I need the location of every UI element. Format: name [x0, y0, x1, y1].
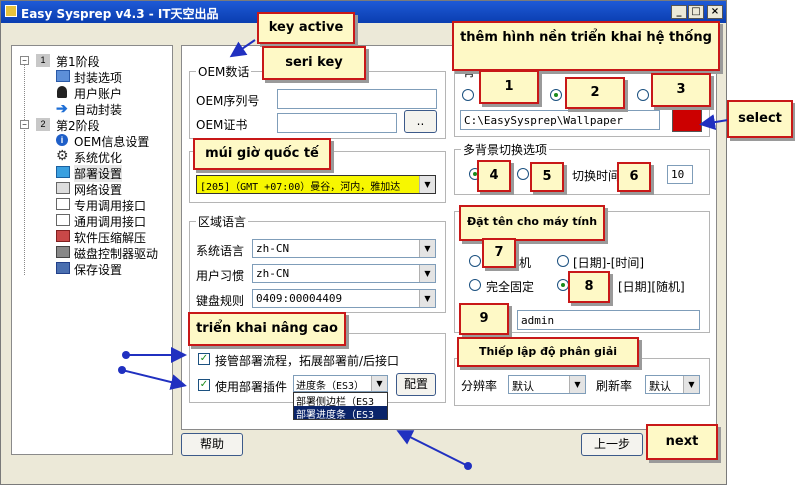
arrow-plugin	[121, 369, 187, 390]
annotation-seri-key: seri key	[262, 46, 366, 80]
annotation-wallpaper: thêm hình nền triển khai hệ thống	[452, 21, 720, 71]
annotation-select: select	[727, 100, 793, 138]
annotation-7: 7	[482, 238, 516, 268]
annotation-key-active: key active	[257, 12, 355, 44]
annotation-timezone: múi giờ quốc tế	[193, 138, 331, 170]
arrow-select	[699, 114, 729, 131]
annotation-resolution: Thiếp lập độ phân giải	[457, 337, 639, 367]
annotation-8: 8	[568, 271, 610, 303]
arrow-key-active	[229, 39, 256, 58]
annotation-1: 1	[479, 70, 539, 104]
annotation-2: 2	[565, 77, 625, 109]
annotation-6: 6	[617, 162, 651, 192]
annotation-computer-name: Đặt tên cho máy tính	[459, 205, 605, 241]
annotation-9: 9	[459, 303, 509, 335]
annotation-4: 4	[477, 160, 511, 192]
arrow-bottom	[396, 430, 469, 467]
annotation-3: 3	[651, 73, 711, 107]
annotation-next: next	[646, 424, 718, 460]
annotation-advanced: triển khai nâng cao	[188, 312, 346, 346]
annotation-5: 5	[530, 162, 564, 192]
